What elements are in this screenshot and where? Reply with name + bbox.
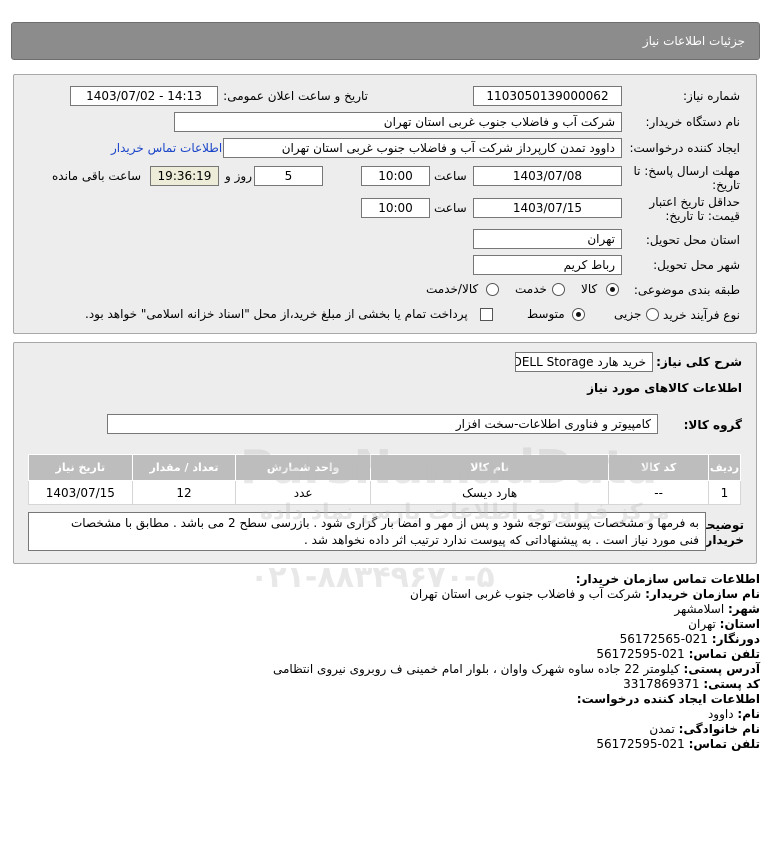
col-qty: تعداد / مقدار xyxy=(131,454,237,481)
contact-fax-value: 021-56172565 xyxy=(619,632,708,646)
need-number-label: شماره نیاز: xyxy=(683,89,740,103)
page-title: جزئیات اطلاعات نیاز xyxy=(642,34,745,48)
creator-first-name-value: داوود xyxy=(707,707,734,721)
deadline-label-1: مهلت ارسال پاسخ: تا xyxy=(633,164,740,178)
page-header: جزئیات اطلاعات نیاز xyxy=(11,22,760,60)
announce-field: 1403/07/02 - 14:13 xyxy=(70,86,218,106)
contact-buyer-value: شرکت آب و فاضلاب جنوب غربی استان تهران xyxy=(410,587,642,601)
category-label: طبقه بندی موضوعی: xyxy=(633,283,740,297)
contact-section: اطلاعات تماس سازمان خریدار: نام سازمان خ… xyxy=(60,572,760,752)
cell-date: 1403/07/15 xyxy=(28,480,133,505)
treasury-checkbox[interactable] xyxy=(480,308,493,321)
buyer-field: شرکت آب و فاضلاب جنوب غربی استان تهران xyxy=(174,112,622,132)
buyer-notes-label-2: خریدار: xyxy=(700,533,744,547)
buyer-label: نام دستگاه خریدار: xyxy=(645,115,741,129)
category-both-radio[interactable] xyxy=(486,283,499,296)
process-medium-radio[interactable] xyxy=(572,308,585,321)
category-service-radio[interactable] xyxy=(552,283,565,296)
category-service-label: خدمت xyxy=(515,282,547,296)
col-name: نام کالا xyxy=(370,454,610,481)
creator-phone-value: 021-56172595 xyxy=(596,737,685,751)
col-code: کد کالا xyxy=(608,454,709,481)
province-label: استان محل تحویل: xyxy=(645,233,740,247)
validity-label-1: حداقل تاریخ اعتبار xyxy=(649,195,740,209)
contact-province-value: تهران xyxy=(688,617,716,631)
deadline-date-field: 1403/07/08 xyxy=(473,166,622,186)
deadline-time-label: ساعت xyxy=(434,169,467,183)
cell-qty: 12 xyxy=(131,480,237,505)
process-medium-label: متوسط xyxy=(527,307,565,321)
days-label: روز و xyxy=(225,169,252,183)
cell-name: هارد دیسک xyxy=(370,480,610,505)
buyer-notes-line-1: به فرمها و مشخصات پیوست توجه شود و پس از… xyxy=(71,516,699,530)
cell-unit: عدد xyxy=(235,480,372,505)
remaining-time-field: 19:36:19 xyxy=(150,166,219,186)
summary-field: خرید هارد DELL Storage xyxy=(515,352,653,372)
creator-label: ایجاد کننده درخواست: xyxy=(629,141,740,155)
group-label: گروه کالا: xyxy=(683,418,742,432)
city-field: رباط کریم xyxy=(473,255,622,275)
contact-address-value: کیلومتر 22 جاده ساوه شهرک واوان ، بلوار … xyxy=(272,662,680,676)
contact-province-label: استان: xyxy=(719,617,760,631)
col-unit: واحد شمارش xyxy=(235,454,372,481)
cell-code: -- xyxy=(608,480,709,505)
process-label: نوع فرآیند خرید : xyxy=(655,308,740,322)
creator-phone-label: تلفن تماس: xyxy=(688,737,760,751)
creator-info-title: اطلاعات ایجاد کننده درخواست: xyxy=(576,692,760,706)
table-header-row: ردیف کد کالا نام کالا واحد شمارش تعداد /… xyxy=(28,454,742,481)
buyer-notes-line-2: فنی مورد نیاز است . به پیشنهاداتی که پیو… xyxy=(304,533,699,547)
summary-label: شرح کلی نیاز: xyxy=(656,355,742,369)
validity-date-field: 1403/07/15 xyxy=(473,198,622,218)
table-row: 1 -- هارد دیسک عدد 12 1403/07/15 xyxy=(28,480,742,505)
contact-city-label: شهر: xyxy=(728,602,760,616)
creator-last-name-label: نام خانوادگی: xyxy=(678,722,760,736)
process-minor-label: جزیی xyxy=(614,307,642,321)
contact-buyer-label: نام سازمان خریدار: xyxy=(645,587,760,601)
group-field: کامپیوتر و فناوری اطلاعات-سخت افزار xyxy=(107,414,658,434)
cell-row: 1 xyxy=(707,480,742,505)
deadline-time-field: 10:00 xyxy=(361,166,430,186)
contact-phone-value: 021-56172595 xyxy=(596,647,685,661)
items-table: ردیف کد کالا نام کالا واحد شمارش تعداد /… xyxy=(28,454,742,505)
validity-label-2: قیمت: تا تاریخ: xyxy=(665,209,740,223)
days-remaining-field: 5 xyxy=(254,166,323,186)
buyer-contact-link[interactable]: اطلاعات تماس خریدار xyxy=(111,141,222,155)
payment-note: پرداخت تمام یا بخشی از مبلغ خرید،از محل … xyxy=(85,307,468,321)
contact-title: اطلاعات تماس سازمان خریدار: xyxy=(575,572,760,586)
creator-field: داوود تمدن کارپرداز شرکت آب و فاضلاب جنو… xyxy=(223,138,622,158)
contact-postal-value: 3317869371 xyxy=(623,677,700,691)
contact-postal-label: کد پستی: xyxy=(703,677,760,691)
contact-city-value: اسلامشهر xyxy=(674,602,725,616)
creator-last-name-value: تمدن xyxy=(649,722,675,736)
goods-info-title: اطلاعات کالاهای مورد نیاز xyxy=(587,381,742,395)
contact-phone-label: تلفن تماس: xyxy=(688,647,760,661)
items-table-container: ردیف کد کالا نام کالا واحد شمارش تعداد /… xyxy=(28,454,742,505)
deadline-label-2: تاریخ: xyxy=(712,178,740,192)
contact-fax-label: دورنگار: xyxy=(711,632,760,646)
category-goods-label: کالا xyxy=(581,282,598,296)
province-field: تهران xyxy=(473,229,622,249)
col-date: تاریخ نیاز xyxy=(28,454,133,481)
city-label: شهر محل تحویل: xyxy=(653,258,740,272)
process-minor-radio[interactable] xyxy=(646,308,659,321)
col-row: ردیف xyxy=(707,454,742,481)
buyer-notes-box: به فرمها و مشخصات پیوست توجه شود و پس از… xyxy=(28,512,706,551)
category-goods-radio[interactable] xyxy=(606,283,619,296)
validity-time-label: ساعت xyxy=(434,201,467,215)
remaining-label: ساعت باقی مانده xyxy=(52,169,142,183)
need-number-field: 1103050139000062 xyxy=(473,86,622,106)
creator-first-name-label: نام: xyxy=(737,707,760,721)
category-both-label: کالا/خدمت xyxy=(426,282,479,296)
announce-label: تاریخ و ساعت اعلان عمومی: xyxy=(223,89,368,103)
validity-time-field: 10:00 xyxy=(361,198,430,218)
contact-address-label: آدرس پستی: xyxy=(683,662,760,676)
